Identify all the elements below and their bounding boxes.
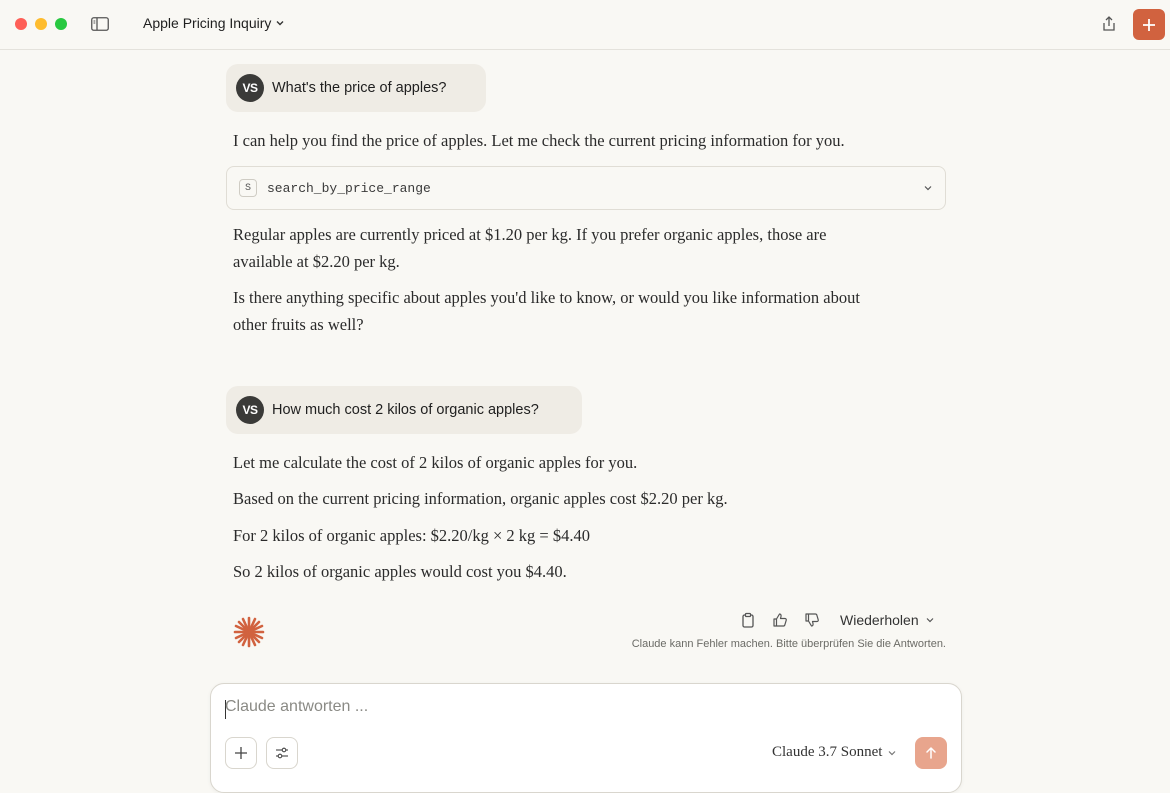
- sidebar-icon: [91, 17, 109, 31]
- thumbs-up-icon[interactable]: [772, 612, 788, 628]
- copy-icon[interactable]: [740, 612, 756, 628]
- message-composer: Claude 3.7 Sonnet: [210, 683, 962, 793]
- chevron-down-icon: [888, 750, 896, 755]
- arrow-up-icon: [926, 747, 936, 759]
- sliders-icon: [276, 747, 288, 759]
- new-chat-button[interactable]: [1133, 9, 1165, 40]
- disclaimer-text: Claude kann Fehler machen. Bitte überprü…: [631, 638, 946, 650]
- conversation-title: Apple Pricing Inquiry: [143, 15, 272, 31]
- conversation-title-menu[interactable]: Apple Pricing Inquiry: [143, 15, 285, 31]
- assistant-paragraph: Regular apples are currently priced at $…: [233, 225, 827, 271]
- tool-call-expander[interactable]: S search_by_price_range: [226, 166, 946, 210]
- tools-settings-button[interactable]: [266, 737, 298, 769]
- share-button[interactable]: [1100, 15, 1118, 33]
- tool-call-name: search_by_price_range: [267, 180, 431, 196]
- attach-button[interactable]: [225, 737, 257, 769]
- model-selector[interactable]: Claude 3.7 Sonnet: [772, 744, 897, 761]
- thumbs-down-icon[interactable]: [804, 612, 820, 628]
- title-bar: Apple Pricing Inquiry: [0, 0, 1170, 50]
- share-icon: [1103, 16, 1115, 31]
- window-close-button[interactable]: [15, 18, 27, 30]
- plus-icon: [1143, 18, 1155, 31]
- user-message-text: What's the price of apples?: [272, 80, 447, 96]
- user-message: VS How much cost 2 kilos of organic appl…: [226, 386, 582, 434]
- window-minimize-button[interactable]: [35, 18, 47, 30]
- sidebar-toggle-button[interactable]: [91, 17, 109, 31]
- user-message: VS What's the price of apples?: [226, 64, 486, 112]
- retry-label: Wiederholen: [840, 612, 919, 628]
- model-name: Claude 3.7 Sonnet: [772, 744, 883, 760]
- assistant-paragraph: I can help you find the price of apples.…: [233, 131, 845, 150]
- assistant-paragraph: So 2 kilos of organic apples would cost …: [233, 562, 567, 581]
- avatar: VS: [236, 74, 264, 102]
- assistant-paragraph: Is there anything specific about apples …: [233, 288, 860, 334]
- send-button[interactable]: [915, 737, 947, 769]
- tool-badge: S: [239, 179, 257, 197]
- plus-icon: [235, 747, 247, 759]
- claude-spark-icon: [233, 616, 265, 648]
- avatar: VS: [236, 396, 264, 424]
- message-actions: Wiederholen: [740, 612, 935, 628]
- user-message-text: How much cost 2 kilos of organic apples?: [272, 402, 539, 418]
- chevron-down-icon: [276, 21, 284, 26]
- window-zoom-button[interactable]: [55, 18, 67, 30]
- assistant-paragraph: Based on the current pricing information…: [233, 489, 728, 508]
- assistant-paragraph: For 2 kilos of organic apples: $2.20/kg …: [233, 526, 590, 545]
- reply-input[interactable]: [225, 698, 925, 716]
- retry-button[interactable]: Wiederholen: [840, 612, 935, 628]
- chevron-down-icon: [926, 618, 934, 623]
- assistant-paragraph: Let me calculate the cost of 2 kilos of …: [233, 453, 638, 472]
- chevron-down-icon: [924, 186, 932, 191]
